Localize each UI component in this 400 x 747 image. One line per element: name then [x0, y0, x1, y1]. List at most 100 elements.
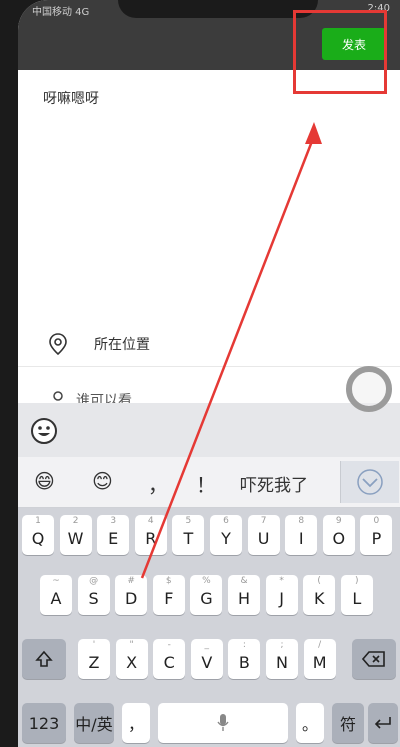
- key-w[interactable]: 2W: [59, 515, 92, 555]
- key-p[interactable]: 0P: [360, 515, 393, 555]
- key-hint: 6: [223, 516, 229, 526]
- key-hint: ): [355, 576, 359, 586]
- language-switch-key[interactable]: 中/英: [74, 703, 114, 743]
- key-label: Y: [221, 528, 231, 548]
- key-hint: 2: [72, 516, 79, 526]
- key-label: M: [312, 652, 327, 672]
- candidate-smile[interactable]: 😊: [92, 469, 113, 493]
- collapse-candidates-button[interactable]: [340, 461, 399, 503]
- key-label: D: [125, 588, 138, 608]
- key-label: O: [332, 528, 346, 548]
- key-hint: :: [242, 640, 246, 650]
- key-label: J: [279, 588, 284, 608]
- key-e[interactable]: 3E: [97, 515, 130, 555]
- key-hint: #: [127, 576, 135, 586]
- key-label: P: [371, 528, 382, 548]
- key-z[interactable]: ' Z: [78, 639, 110, 679]
- key-label: V: [201, 652, 213, 672]
- key-n[interactable]: ; N: [266, 639, 298, 679]
- key-label: 。: [301, 715, 318, 734]
- keyboard-toolbar: [18, 403, 400, 457]
- period-key[interactable]: 。: [296, 703, 324, 743]
- key-j[interactable]: * J: [265, 575, 298, 615]
- key-hint: %: [202, 576, 211, 586]
- key-hint: 5: [185, 516, 192, 526]
- key-x[interactable]: " X: [115, 639, 148, 679]
- location-label: 所在位置: [94, 337, 150, 353]
- key-label: Q: [31, 528, 45, 548]
- screen: 中国移动 4G 2:40 发表 呀嘛嗯呀 所在位置 谁可以看 😄 😊 ， ！ 吓…: [18, 0, 400, 747]
- key-a[interactable]: ~ A: [40, 575, 72, 615]
- candidate-exclaim[interactable]: ！: [196, 469, 216, 498]
- location-row[interactable]: 所在位置: [18, 322, 400, 367]
- assistive-touch-button[interactable]: [346, 366, 392, 412]
- key-label: 123: [28, 713, 60, 733]
- key-label: E: [108, 528, 119, 548]
- key-o[interactable]: 9O: [322, 515, 355, 555]
- comma-key[interactable]: ，: [122, 703, 150, 743]
- emoji-toggle-icon[interactable]: [30, 417, 58, 445]
- key-y[interactable]: 6Y: [210, 515, 242, 555]
- key-m[interactable]: / M: [303, 639, 336, 679]
- key-hint: &: [240, 576, 248, 586]
- key-c[interactable]: -C: [153, 639, 186, 679]
- space-key[interactable]: [158, 703, 288, 743]
- key-label: F: [164, 588, 174, 608]
- key-hint: (: [317, 576, 321, 586]
- key-label: X: [126, 652, 138, 672]
- keyboard: 😄 😊 ， ！ 吓死我了 1 Q 2 W 3 E 4 R 5 T 6 Y 7 U 8 I 9 O 0 P ~ A @ S # D $…: [18, 403, 400, 747]
- candidate-bar: 😄 😊 ， ！ 吓死我了: [18, 457, 400, 508]
- key-label: 中/英: [75, 715, 113, 734]
- key-q[interactable]: 1Q: [22, 515, 54, 555]
- symbols-key[interactable]: 符: [332, 703, 364, 743]
- numbers-key[interactable]: 123: [22, 703, 66, 743]
- key-hint: /: [318, 640, 322, 650]
- key-k[interactable]: (K: [303, 575, 336, 615]
- candidate-phrase[interactable]: 吓死我了: [240, 471, 308, 496]
- key-r[interactable]: 4R: [134, 515, 167, 555]
- key-label: W: [67, 528, 84, 548]
- key-u[interactable]: 7U: [247, 515, 280, 555]
- key-hint: 1: [35, 516, 41, 526]
- key-hint: ~: [52, 576, 60, 586]
- key-label: H: [237, 588, 251, 608]
- key-f[interactable]: $ F: [152, 575, 185, 615]
- key-hint: ': [92, 640, 96, 650]
- key-label: K: [313, 588, 325, 608]
- key-b[interactable]: :B: [228, 639, 261, 679]
- key-l[interactable]: ) L: [340, 575, 373, 615]
- key-hint: 0: [373, 516, 380, 526]
- key-label: T: [183, 528, 194, 548]
- key-d[interactable]: # D: [115, 575, 148, 615]
- key-label: N: [276, 652, 288, 672]
- key-g[interactable]: % G: [190, 575, 223, 615]
- backspace-key[interactable]: [352, 639, 396, 679]
- key-label: A: [50, 588, 62, 608]
- shift-key[interactable]: [22, 639, 66, 679]
- key-h[interactable]: & H: [228, 575, 260, 615]
- key-s[interactable]: @ S: [77, 575, 110, 615]
- key-label: ，: [127, 715, 144, 734]
- candidate-grin[interactable]: 😄: [34, 469, 55, 493]
- candidate-comma[interactable]: ，: [148, 469, 168, 498]
- key-label: U: [257, 528, 270, 548]
- key-label: 符: [339, 715, 356, 734]
- chevron-down-icon: [357, 469, 383, 495]
- post-text-input[interactable]: 呀嘛嗯呀: [43, 88, 99, 108]
- key-i[interactable]: 8I: [285, 515, 318, 555]
- shift-icon: [35, 650, 53, 667]
- microphone-icon: [217, 714, 229, 731]
- key-hint: ;: [280, 640, 284, 650]
- key-v[interactable]: _ V: [190, 639, 223, 679]
- key-label: B: [238, 652, 250, 672]
- key-label: I: [298, 528, 304, 548]
- key-label: C: [163, 652, 175, 672]
- backspace-icon: [362, 651, 385, 667]
- key-hint: 8: [298, 516, 305, 526]
- key-t[interactable]: 5T: [172, 515, 205, 555]
- key-hint: 4: [147, 516, 154, 526]
- enter-key[interactable]: [368, 703, 398, 743]
- notch: [118, 0, 318, 18]
- key-label: S: [88, 588, 99, 608]
- key-hint: 3: [110, 516, 117, 526]
